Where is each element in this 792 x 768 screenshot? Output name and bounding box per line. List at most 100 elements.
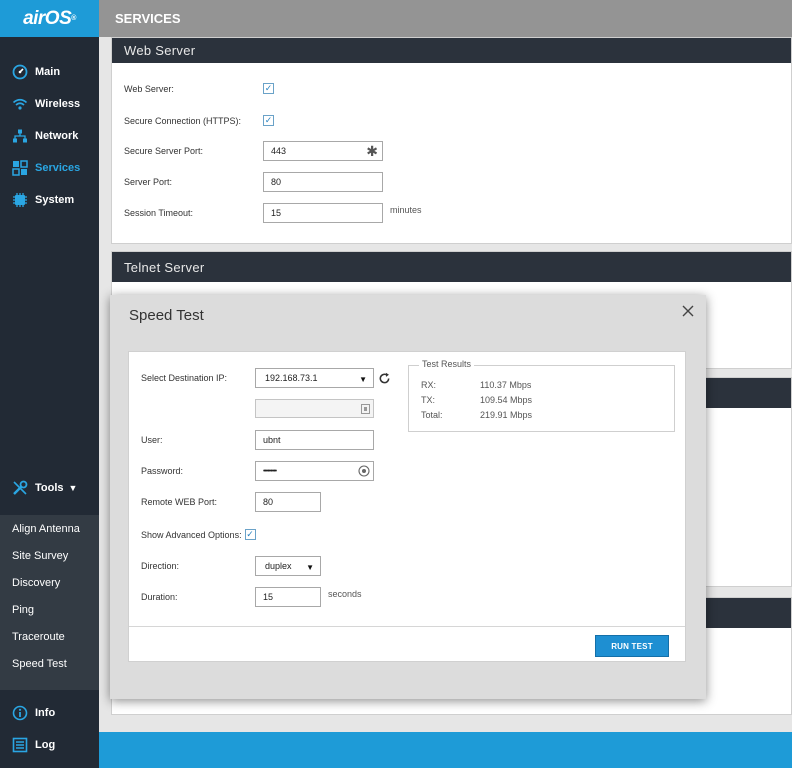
tx-value: 109.54 Mbps	[480, 395, 533, 405]
run-test-button[interactable]: RUN TEST	[595, 635, 669, 657]
total-value: 219.91 Mbps	[480, 410, 533, 420]
tools-item-speed-test[interactable]: Speed Test	[0, 650, 99, 677]
nav-label-services: Services	[35, 162, 81, 174]
direction-value: duplex	[265, 561, 292, 571]
refresh-icon[interactable]	[378, 372, 391, 385]
custom-ip-input[interactable]	[255, 399, 374, 418]
dialog-footer: RUN TEST	[129, 626, 685, 662]
session-timeout-input[interactable]: 15	[263, 203, 383, 223]
show-password-icon[interactable]	[358, 465, 370, 477]
secure-port-row: Secure Server Port: 443 ✱	[124, 141, 383, 161]
server-port-row: Server Port: 80	[124, 172, 383, 192]
dest-ip-value: 192.168.73.1	[265, 373, 318, 383]
nav-item-wireless[interactable]: Wireless	[0, 88, 99, 120]
rx-value: 110.37 Mbps	[480, 380, 532, 390]
dropdown-arrow-icon: ▼	[359, 375, 367, 384]
server-port-input[interactable]: 80	[263, 172, 383, 192]
page-header: SERVICES	[99, 0, 792, 37]
remote-port-input[interactable]: 80	[255, 492, 321, 512]
nav-label-network: Network	[35, 130, 79, 142]
https-checkbox[interactable]: ✓	[263, 115, 274, 126]
web-server-title: Web Server	[112, 38, 791, 63]
https-label: Secure Connection (HTTPS):	[124, 115, 242, 126]
password-row: Password: •••••••••	[141, 461, 374, 481]
web-server-panel: Web Server Web Server: ✓ Secure Connecti…	[111, 37, 792, 244]
nav-item-services[interactable]: Services	[0, 152, 99, 184]
sidebar: airOS ® Main Wireless Network Services S…	[0, 0, 99, 768]
duration-input[interactable]: 15	[255, 587, 321, 607]
caret-down-icon: ▼	[68, 483, 78, 493]
nav-item-main[interactable]: Main	[0, 56, 99, 88]
dialog-body: Select Destination IP: 192.168.73.1 ▼ Us…	[128, 351, 686, 662]
dest-ip-select[interactable]: 192.168.73.1 ▼	[255, 368, 374, 388]
nav-item-info[interactable]: Info	[0, 697, 99, 729]
services-icon	[12, 160, 28, 176]
server-port-value: 80	[271, 177, 282, 187]
logo-text: airOS	[23, 7, 72, 29]
total-label: Total:	[421, 410, 443, 420]
tools-item-traceroute[interactable]: Traceroute	[0, 623, 99, 650]
test-results-legend: Test Results	[419, 359, 475, 369]
session-timeout-value: 15	[271, 208, 282, 218]
bottom-nav: Info Log	[0, 697, 99, 761]
required-asterisk-icon: ✱	[366, 143, 378, 159]
remote-port-label: Remote WEB Port:	[141, 497, 218, 507]
tools-item-site-survey[interactable]: Site Survey	[0, 542, 99, 569]
total-result: Total: 219.91 Mbps	[421, 410, 532, 420]
tools-label: Tools	[35, 482, 64, 494]
tools-menu-toggle[interactable]: Tools ▼	[0, 472, 99, 504]
footer-bar	[99, 732, 792, 768]
rx-result: RX: 110.37 Mbps	[421, 380, 531, 390]
dest-ip-label: Select Destination IP:	[141, 373, 228, 383]
session-timeout-unit: minutes	[390, 205, 422, 215]
secure-port-label: Secure Server Port:	[124, 146, 204, 156]
custom-ip-row	[255, 399, 374, 418]
wrench-icon	[12, 480, 28, 496]
advanced-options-checkbox[interactable]: ✓	[244, 529, 256, 540]
secure-port-input[interactable]: 443 ✱	[263, 141, 383, 161]
log-icon	[12, 737, 28, 753]
direction-row: Direction: duplex ▼	[141, 556, 321, 576]
info-icon	[12, 705, 28, 721]
tx-result: TX: 109.54 Mbps	[421, 395, 532, 405]
nav-label-main: Main	[35, 66, 61, 78]
nav-item-log[interactable]: Log	[0, 729, 99, 761]
nav-item-network[interactable]: Network	[0, 120, 99, 152]
remote-port-value: 80	[263, 497, 274, 507]
user-input[interactable]: ubnt	[255, 430, 374, 450]
dialog-title: Speed Test	[129, 307, 204, 324]
close-icon[interactable]	[680, 303, 696, 319]
direction-select[interactable]: duplex ▼	[255, 556, 321, 576]
web-server-checkbox[interactable]: ✓	[263, 83, 274, 94]
https-row: Secure Connection (HTTPS): ✓	[124, 115, 274, 126]
nav-label-wireless: Wireless	[35, 98, 81, 110]
airos-logo[interactable]: airOS ®	[0, 0, 99, 37]
main-nav: Main Wireless Network Services System	[0, 56, 99, 216]
web-server-row: Web Server: ✓	[124, 83, 274, 94]
password-value: •••••••••	[263, 467, 277, 475]
password-input[interactable]: •••••••••	[255, 461, 374, 481]
user-row: User: ubnt	[141, 430, 374, 450]
tools-item-ping[interactable]: Ping	[0, 596, 99, 623]
gauge-icon	[12, 64, 28, 80]
dropdown-arrow-icon: ▼	[306, 563, 314, 572]
tools-item-discovery[interactable]: Discovery	[0, 569, 99, 596]
dest-ip-row: Select Destination IP: 192.168.73.1 ▼	[141, 368, 391, 388]
keypad-icon	[361, 404, 370, 414]
remote-port-row: Remote WEB Port: 80	[141, 492, 321, 512]
nav-label-info: Info	[35, 707, 56, 719]
session-timeout-label: Session Timeout:	[124, 208, 194, 218]
rx-label: RX:	[421, 380, 437, 390]
speed-test-dialog: Speed Test Select Destination IP: 192.16…	[110, 295, 706, 699]
tools-item-align-antenna[interactable]: Align Antenna	[0, 515, 99, 542]
logo-mark: ®	[71, 15, 76, 22]
page-title: SERVICES	[115, 11, 181, 26]
tx-label: TX:	[421, 395, 436, 405]
tools-submenu: Align Antenna Site Survey Discovery Ping…	[0, 515, 99, 690]
session-timeout-row: Session Timeout: 15 minutes	[124, 203, 422, 223]
advanced-options-label: Show Advanced Options:	[141, 529, 242, 540]
duration-value: 15	[263, 592, 274, 602]
nav-label-log: Log	[35, 739, 56, 751]
nav-item-system[interactable]: System	[0, 184, 99, 216]
wifi-icon	[12, 96, 28, 112]
